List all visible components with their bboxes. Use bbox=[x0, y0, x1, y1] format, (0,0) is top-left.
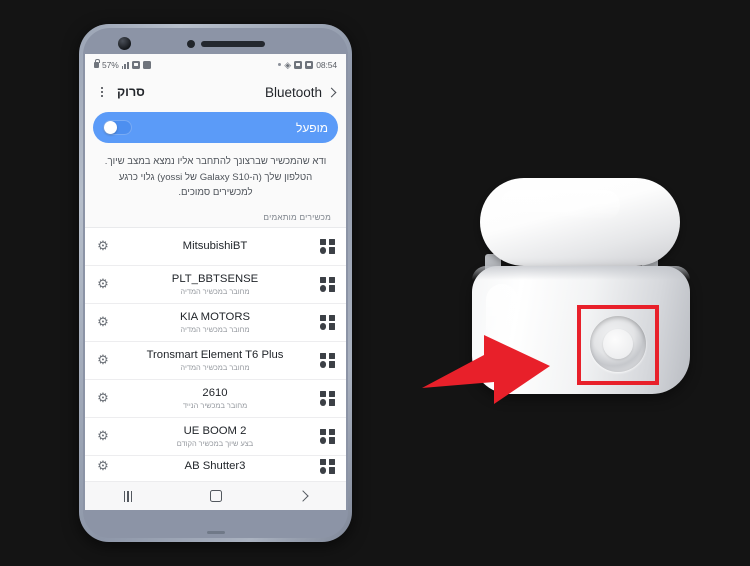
earpiece-speaker-icon bbox=[201, 41, 265, 47]
phone-bottom-bezel bbox=[85, 510, 346, 536]
page-title: Bluetooth bbox=[264, 84, 322, 100]
device-row[interactable]: KIA MOTORS מחובר במכשיר המדיה ⚙ bbox=[85, 303, 346, 342]
battery-percent-label: 57% bbox=[102, 59, 119, 70]
device-status-label: בצע שיוך במכשיר הקודם bbox=[176, 439, 254, 449]
device-text-group: KIA MOTORS מחובר במכשיר המדיה bbox=[119, 310, 311, 334]
device-status-label: מחובר במכשיר המדיה bbox=[180, 287, 250, 297]
phone-screen: 57% 08:54 bbox=[85, 54, 346, 510]
device-text-group: PLT_BBTSENSE מחובר במכשיר המדיה bbox=[119, 272, 311, 296]
gear-icon[interactable]: ⚙ bbox=[96, 458, 110, 473]
paired-devices-section-label: מכשירים מותאמים bbox=[263, 211, 331, 222]
status-bar: 57% 08:54 bbox=[85, 54, 346, 75]
device-row[interactable]: Tronsmart Element T6 Plus מחובר במכשיר המ… bbox=[85, 341, 346, 380]
status-bar-right: 08:54 bbox=[278, 60, 337, 70]
bluetooth-header: סרוק Bluetooth bbox=[85, 75, 346, 109]
gear-icon[interactable]: ⚙ bbox=[96, 239, 110, 253]
device-status-label: מחובר במכשיר הנייד bbox=[182, 401, 248, 411]
android-navigation-bar bbox=[85, 481, 346, 510]
screenshot-icon bbox=[305, 60, 314, 69]
status-bar-left: 57% bbox=[94, 59, 151, 70]
bluetooth-toggle-switch[interactable] bbox=[103, 120, 132, 135]
overflow-menu-icon[interactable] bbox=[96, 84, 108, 100]
signal-bars-icon bbox=[121, 61, 129, 69]
gear-icon[interactable]: ⚙ bbox=[96, 391, 110, 405]
lock-icon bbox=[94, 59, 100, 68]
device-text-group: Tronsmart Element T6 Plus מחובר במכשיר המ… bbox=[119, 348, 311, 372]
chevron-right-icon[interactable] bbox=[326, 87, 337, 97]
bluetooth-device-icon bbox=[320, 276, 335, 292]
bluetooth-device-icon bbox=[320, 458, 335, 474]
device-name: 2610 bbox=[202, 387, 228, 400]
device-row[interactable]: MitsubishiBT ⚙ bbox=[85, 227, 346, 266]
device-name: AB Shutter3 bbox=[184, 459, 246, 472]
phone-top-bezel bbox=[85, 30, 346, 54]
phone-device: 57% 08:54 bbox=[79, 24, 352, 542]
device-name: MitsubishiBT bbox=[182, 240, 248, 253]
clock-label: 08:54 bbox=[316, 59, 337, 70]
front-camera-icon bbox=[118, 37, 131, 50]
alarm-icon bbox=[294, 60, 303, 69]
device-text-group: 2610 מחובר במכשיר הנייד bbox=[119, 386, 311, 410]
bluetooth-toggle-row[interactable]: מופעל bbox=[93, 112, 338, 143]
device-name: UE BOOM 2 bbox=[183, 425, 247, 438]
phone-inner-bezel: 57% 08:54 bbox=[83, 28, 348, 538]
gear-icon[interactable]: ⚙ bbox=[96, 429, 110, 443]
header-left-group: סרוק bbox=[96, 84, 145, 100]
device-text-group: UE BOOM 2 בצע שיוך במכשיר הקודם bbox=[119, 424, 311, 448]
device-text-group: AB Shutter3 bbox=[119, 459, 311, 473]
proximity-sensor-icon bbox=[187, 40, 195, 48]
bluetooth-device-icon bbox=[320, 428, 335, 444]
pointer-arrow-icon bbox=[422, 335, 550, 404]
gear-icon[interactable]: ⚙ bbox=[96, 315, 110, 329]
device-name: PLT_BBTSENSE bbox=[171, 273, 259, 286]
device-text-group: MitsubishiBT bbox=[119, 239, 311, 253]
dot-icon bbox=[278, 63, 282, 66]
wifi-icon bbox=[131, 60, 140, 69]
header-right-group: Bluetooth bbox=[264, 84, 337, 100]
device-status-label: מחובר במכשיר המדיה bbox=[180, 363, 250, 373]
device-name: Tronsmart Element T6 Plus bbox=[146, 349, 284, 362]
bluetooth-toggle-label: מופעל bbox=[295, 120, 328, 135]
device-name: KIA MOTORS bbox=[179, 311, 251, 324]
bluetooth-icon bbox=[284, 60, 291, 69]
paired-devices-list[interactable]: MitsubishiBT ⚙ PLT_BBTSENSE מחובר במכשיר המ… bbox=[85, 226, 346, 481]
pairing-button-highlight-box bbox=[577, 305, 659, 385]
toggle-knob bbox=[104, 121, 117, 134]
device-row[interactable]: UE BOOM 2 בצע שיוך במכשיר הקודם ⚙ bbox=[85, 417, 346, 456]
microphone-icon bbox=[206, 531, 225, 534]
recents-icon[interactable] bbox=[123, 490, 133, 502]
device-row[interactable]: 2610 מחובר במכשיר הנייד ⚙ bbox=[85, 379, 346, 418]
bluetooth-device-icon bbox=[320, 352, 335, 368]
device-row[interactable]: PLT_BBTSENSE מחובר במכשיר המדיה ⚙ bbox=[85, 265, 346, 304]
bluetooth-device-icon bbox=[320, 390, 335, 406]
device-status-label: מחובר במכשיר המדיה bbox=[180, 325, 250, 335]
back-icon[interactable] bbox=[297, 490, 309, 502]
home-icon[interactable] bbox=[209, 490, 222, 502]
bluetooth-device-icon bbox=[320, 314, 335, 330]
device-row[interactable]: AB Shutter3 ⚙ bbox=[85, 455, 346, 481]
network-icon bbox=[142, 60, 151, 69]
scan-button[interactable]: סרוק bbox=[117, 85, 145, 99]
airpods-case-lid bbox=[480, 178, 680, 266]
airpods-case-illustration bbox=[422, 150, 710, 420]
gear-icon[interactable]: ⚙ bbox=[96, 277, 110, 291]
bluetooth-description: ודא שהמכשיר שברצונך להתחבר אליו נמצא במצ… bbox=[104, 156, 327, 199]
gear-icon[interactable]: ⚙ bbox=[96, 353, 110, 367]
bluetooth-device-icon bbox=[320, 238, 335, 254]
